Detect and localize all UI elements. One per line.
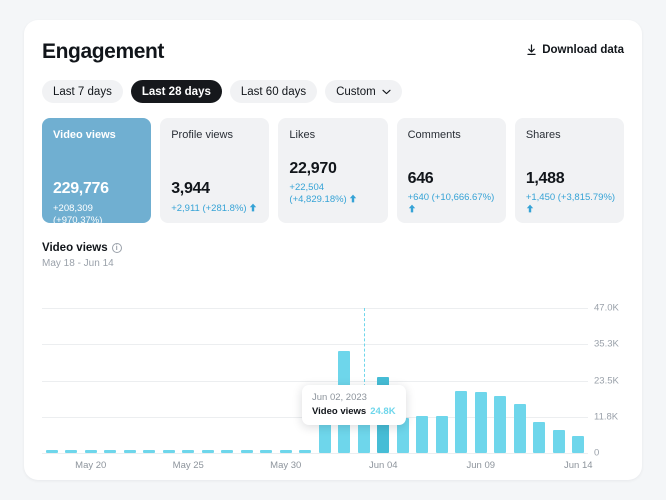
download-icon [526, 44, 537, 56]
chart-bar[interactable] [513, 404, 526, 453]
chart-title-label: Video views [42, 242, 108, 254]
metric-card-likes[interactable]: Likes 22,970 +22,504 (+4,829.18%) [278, 118, 388, 223]
chart-bar[interactable] [416, 416, 429, 453]
chart-bar[interactable] [455, 391, 468, 453]
metric-delta: +1,450 (+3,815.79%) [526, 192, 616, 215]
chart-bar[interactable] [201, 450, 214, 453]
metric-value: 3,944 [171, 180, 210, 197]
chart-bar[interactable] [240, 450, 253, 453]
metric-delta-text: +1,450 (+3,815.79%) [525, 192, 616, 203]
metric-delta-text: +640 (+10,666.67%) [407, 192, 495, 203]
chart-bar[interactable] [162, 450, 175, 453]
metric-label: Likes [289, 129, 316, 141]
gridline [42, 453, 588, 454]
download-data-label: Download data [542, 44, 624, 56]
chart-bar[interactable] [182, 450, 195, 453]
chart-bar[interactable] [533, 421, 546, 453]
range-tab-label: Custom [336, 85, 376, 98]
x-axis-tick-label: Jun 09 [466, 460, 496, 471]
metric-value: 646 [407, 170, 434, 187]
metric-cards: Video views 229,776 +208,309 (+970.37%) Pro… [42, 118, 625, 226]
date-range-tabs: Last 7 days Last 28 days Last 60 days Custo… [42, 80, 402, 103]
x-axis-tick-label: May 25 [172, 460, 204, 471]
metric-value: 1,488 [525, 170, 565, 187]
y-axis-tick-label: 11.8K [594, 411, 619, 423]
range-tab-custom[interactable]: Custom [325, 80, 402, 103]
chart-bars [42, 308, 588, 453]
chart-plot-area: 0 11.8K 23.5K 35.3K 47.0K Jun 02, 2023 Video… [42, 303, 619, 459]
chart-date-range: May 18 - Jun 14 [42, 258, 114, 269]
arrow-up-icon [347, 194, 358, 205]
range-tab-last-28-days[interactable]: Last 28 days [130, 80, 222, 103]
metric-label: Profile views [171, 129, 233, 141]
y-axis-tick-label: 47.0K [594, 302, 619, 314]
chart-bar[interactable] [221, 450, 234, 453]
chevron-down-icon [382, 86, 391, 98]
chart-title: Video views i [42, 242, 122, 254]
chart-bar[interactable] [279, 450, 292, 453]
chart-bar[interactable] [84, 450, 97, 453]
range-tab-label: Last 60 days [240, 85, 307, 98]
chart-bar[interactable] [435, 415, 448, 453]
y-axis-tick-label: 0 [594, 447, 600, 459]
arrow-up-icon [247, 203, 258, 214]
metric-delta: +640 (+10,666.67%) [408, 192, 498, 215]
chart-bar[interactable] [572, 435, 585, 453]
metric-value: 22,970 [289, 160, 337, 177]
metric-delta: +208,309 (+970.37%) [53, 203, 143, 226]
chart-bar[interactable] [45, 450, 58, 453]
range-tab-last-7-days[interactable]: Last 7 days [42, 80, 123, 103]
chart-bar[interactable] [65, 450, 78, 453]
metric-delta-text: +22,504 (+4,829.18%) [289, 182, 347, 205]
range-tab-last-60-days[interactable]: Last 60 days [229, 80, 318, 103]
x-axis-tick-label: May 30 [270, 460, 302, 471]
tooltip-value: 24.8K [370, 406, 396, 417]
chart-cursor-line [363, 308, 365, 453]
chart-bar[interactable] [552, 429, 565, 453]
metric-value: 229,776 [53, 180, 109, 197]
chart-bar[interactable] [143, 450, 156, 453]
card-header: Engagement Download data [24, 20, 642, 78]
x-axis-tick-label: May 20 [75, 460, 107, 471]
metric-label: Comments [407, 129, 461, 141]
tooltip-date: Jun 02, 2023 [312, 392, 367, 403]
download-data-button[interactable]: Download data [526, 44, 624, 56]
chart-bar[interactable] [474, 391, 487, 453]
metric-card-profile-views[interactable]: Profile views 3,944 +2,911 (+281.8%) [160, 118, 270, 223]
page-title: Engagement [42, 40, 165, 63]
metric-card-shares[interactable]: Shares 1,488 +1,450 (+3,815.79%) [514, 118, 625, 223]
arrow-up-icon [408, 204, 416, 215]
chart-bar[interactable] [123, 450, 136, 453]
chart-bar[interactable] [299, 450, 312, 453]
range-tab-label: Last 7 days [53, 85, 112, 98]
y-axis-tick-label: 23.5K [594, 375, 619, 386]
metric-card-comments[interactable]: Comments 646 +640 (+10,666.67%) [396, 118, 506, 223]
arrow-up-icon [526, 204, 534, 215]
tooltip-row: Video views 24.8K [312, 406, 396, 417]
metric-delta-text: +208,309 (+970.37%) [53, 203, 103, 226]
chart-bar[interactable] [260, 450, 273, 453]
metric-delta: +2,911 (+281.8%) [171, 203, 261, 215]
metric-delta: +22,504 (+4,829.18%) [289, 182, 379, 205]
metric-card-video-views[interactable]: Video views 229,776 +208,309 (+970.37%) [42, 118, 152, 226]
engagement-card: Engagement Download data Last 7 days Last… [24, 20, 642, 480]
metric-delta-text: +2,911 (+281.8%) [171, 203, 247, 214]
y-axis-tick-label: 35.3K [594, 338, 619, 350]
chart-tooltip: Jun 02, 2023 Video views 24.8K [302, 385, 406, 425]
info-icon[interactable]: i [111, 243, 122, 253]
chart-x-axis: May 20 May 25 May 30 Jun 04 Jun 09 Jun 14 [42, 460, 592, 474]
x-axis-tick-label: Jun 14 [563, 460, 593, 471]
x-axis-tick-label: Jun 04 [368, 460, 398, 471]
tooltip-series-label: Video views [312, 406, 367, 417]
metric-label: Shares [525, 129, 561, 141]
range-tab-label: Last 28 days [141, 85, 211, 98]
chart-bar[interactable] [104, 450, 117, 453]
chart-header: Video views i May 18 - Jun 14 [42, 242, 122, 269]
metric-label: Video views [53, 129, 116, 141]
chart-bar[interactable] [494, 395, 507, 453]
